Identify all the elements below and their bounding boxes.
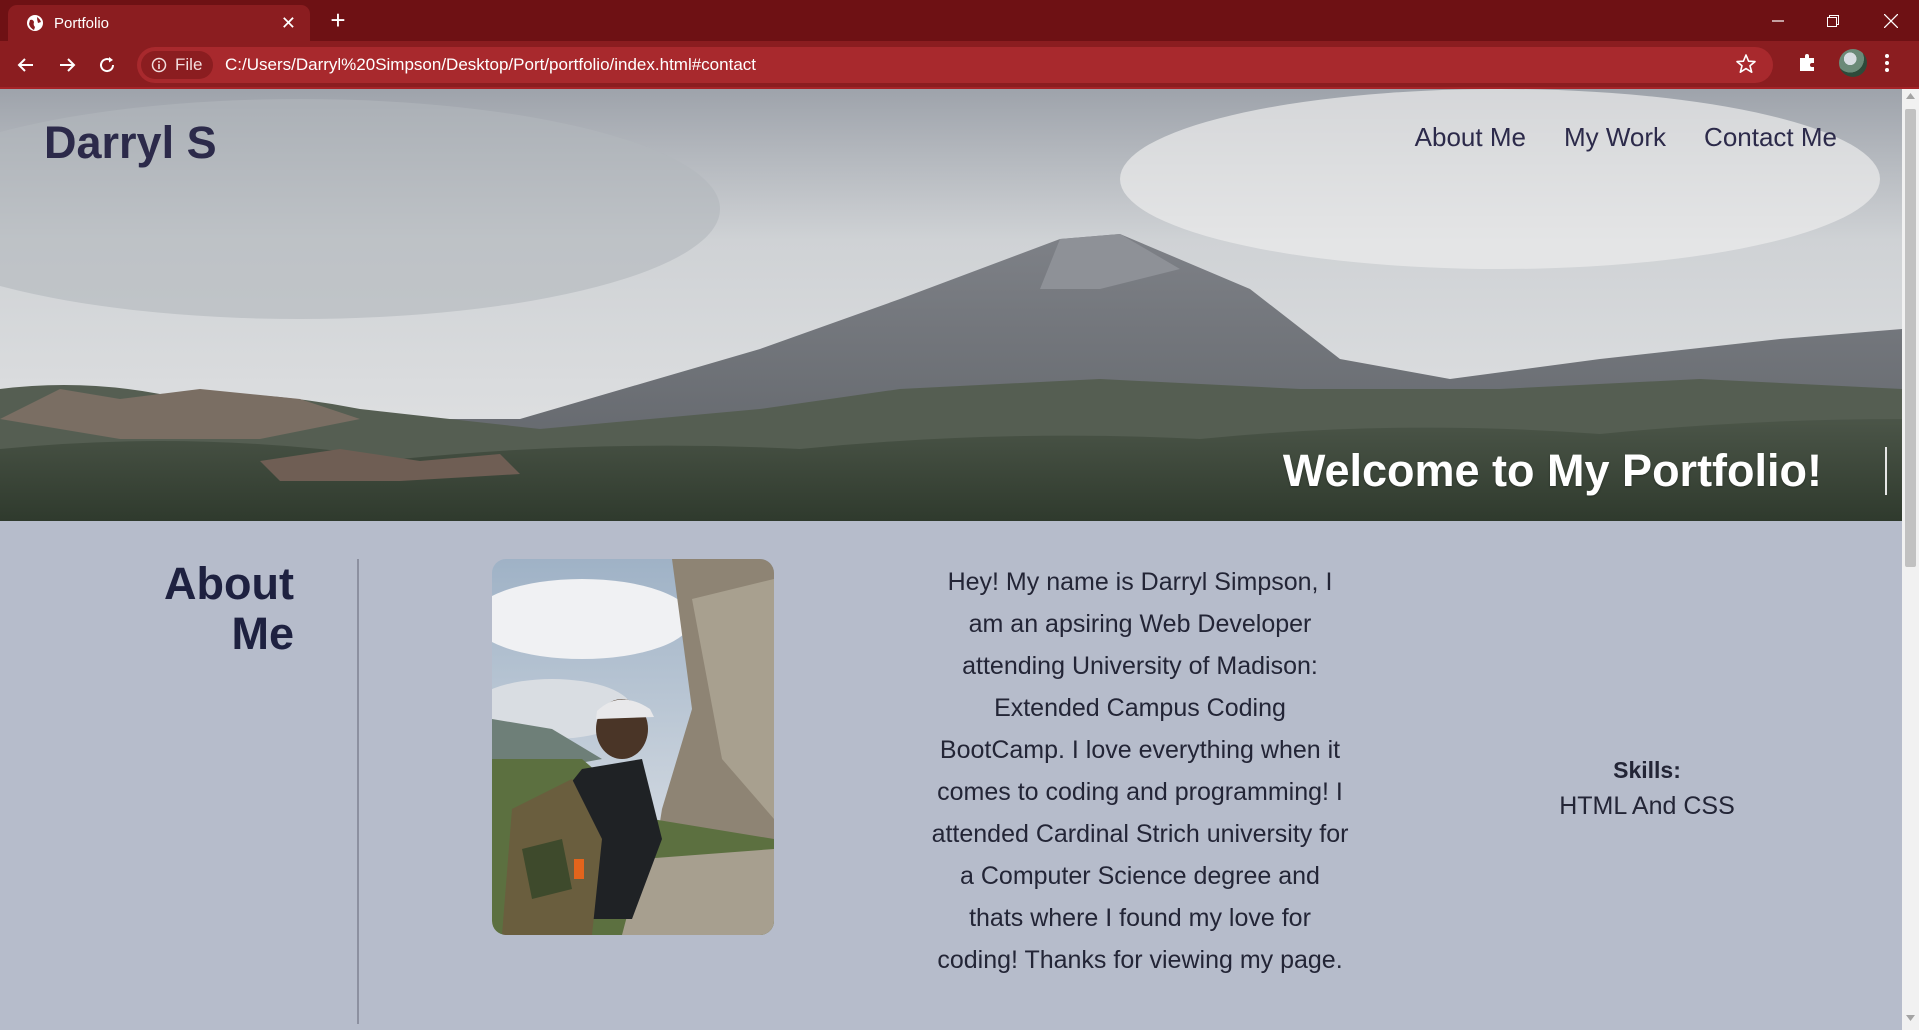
scroll-down-arrow-icon[interactable]: [1906, 1015, 1915, 1021]
url-text[interactable]: C:/Users/Darryl%20Simpson/Desktop/Port/p…: [225, 55, 756, 75]
hero-banner: Darryl S About Me My Work Contact Me Wel…: [0, 89, 1902, 521]
skills-value: HTML And CSS: [1559, 792, 1735, 820]
page-viewport: Darryl S About Me My Work Contact Me Wel…: [0, 89, 1902, 1030]
forward-arrow-icon[interactable]: [51, 49, 83, 81]
scrollbar-thumb[interactable]: [1905, 109, 1916, 567]
bio-text: Hey! My name is Darryl Simpson, I am an …: [931, 568, 1349, 974]
reload-icon[interactable]: [91, 49, 123, 81]
hero-accent-bar: [1885, 447, 1887, 495]
section-divider: [357, 559, 359, 1024]
restore-icon[interactable]: [1806, 0, 1860, 41]
minimize-icon[interactable]: [1751, 0, 1805, 41]
browser-toolbar: File C:/Users/Darryl%20Simpson/Desktop/P…: [0, 41, 1919, 89]
security-label: File: [175, 55, 203, 74]
scroll-up-arrow-icon[interactable]: [1906, 93, 1915, 99]
window-close-icon[interactable]: [1864, 0, 1918, 41]
puzzle-icon[interactable]: [1797, 51, 1819, 73]
site-nav: About Me My Work Contact Me: [1415, 122, 1837, 153]
about-heading-line1: About: [164, 558, 294, 609]
info-icon: [151, 57, 167, 73]
globe-icon: [27, 15, 43, 31]
address-bar[interactable]: File C:/Users/Darryl%20Simpson/Desktop/P…: [137, 47, 1773, 83]
about-heading-line2: Me: [231, 608, 294, 659]
plus-icon[interactable]: +: [325, 7, 351, 34]
about-heading: About Me: [120, 559, 294, 659]
close-icon[interactable]: ✕: [281, 13, 296, 34]
skills-block: Skills: HTML And CSS: [1520, 757, 1774, 821]
profile-photo: [492, 559, 774, 935]
site-info-chip[interactable]: File: [141, 51, 213, 79]
browser-tab-portfolio[interactable]: Portfolio ✕: [8, 5, 310, 41]
site-brand[interactable]: Darryl S: [44, 117, 217, 169]
kebab-menu-icon[interactable]: [1884, 53, 1890, 73]
skills-title: Skills:: [1613, 757, 1681, 783]
about-section: About Me Hey! My name is Darryl Simpson,…: [0, 521, 1902, 1030]
nav-link-contact-me[interactable]: Contact Me: [1704, 122, 1837, 153]
page-scrollbar[interactable]: [1902, 89, 1919, 1030]
welcome-heading: Welcome to My Portfolio!: [1282, 445, 1822, 496]
nav-link-my-work[interactable]: My Work: [1564, 122, 1666, 153]
nav-link-about-me[interactable]: About Me: [1415, 122, 1526, 153]
avatar[interactable]: [1839, 49, 1867, 77]
browser-tab-strip: Portfolio ✕ +: [0, 0, 1919, 41]
back-arrow-icon[interactable]: [10, 49, 42, 81]
tab-title: Portfolio: [54, 14, 110, 32]
star-icon[interactable]: [1735, 53, 1757, 75]
